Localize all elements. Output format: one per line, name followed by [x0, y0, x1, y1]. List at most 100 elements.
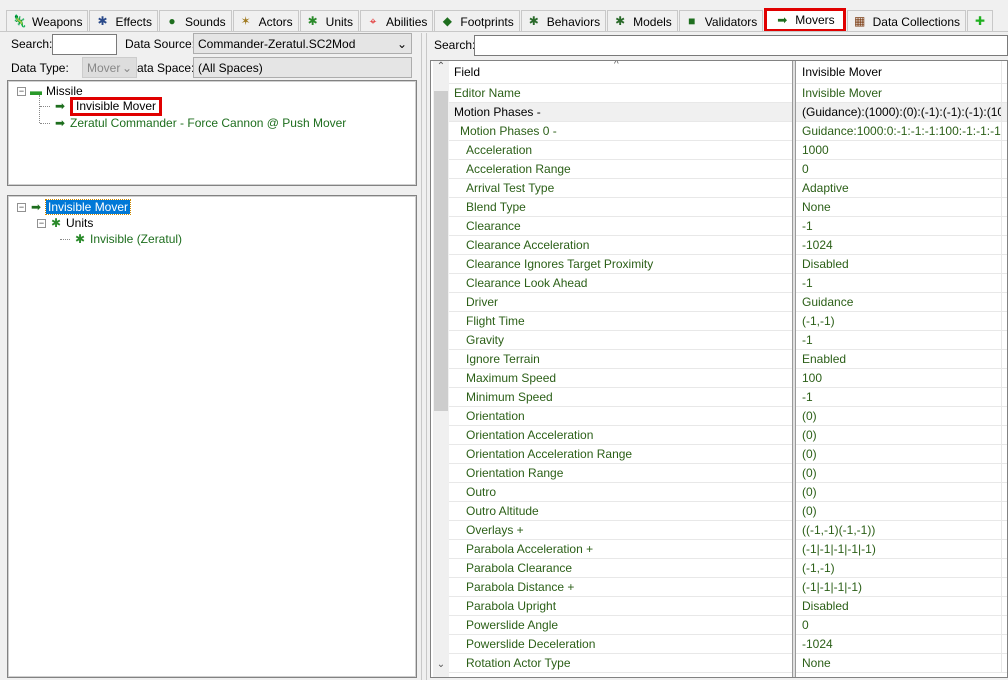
- tab-add[interactable]: ✚: [967, 10, 993, 32]
- object-tree[interactable]: − ▬ Missile ➡ Invisible Mover ➡ Zeratul Comm…: [7, 80, 417, 186]
- search-input[interactable]: [52, 34, 117, 55]
- grid-row[interactable]: Blend Type None: [449, 198, 1007, 217]
- grid-row[interactable]: Overlays + ((-1,-1)(-1,-1)): [449, 521, 1007, 540]
- grid-scrollbar[interactable]: ⌃ ⌄: [433, 61, 449, 677]
- field-value[interactable]: (0): [799, 407, 1002, 426]
- tab-effects[interactable]: ✱ Effects: [89, 10, 158, 32]
- grid-row[interactable]: Flight Time (-1,-1): [449, 312, 1007, 331]
- grid-row[interactable]: Acceleration 1000: [449, 141, 1007, 160]
- grid-row[interactable]: Outro Altitude (0): [449, 502, 1007, 521]
- grid-row[interactable]: Orientation Range (0): [449, 464, 1007, 483]
- grid-row[interactable]: Ignore Terrain Enabled: [449, 350, 1007, 369]
- field-value[interactable]: Disabled: [799, 255, 1002, 274]
- field-value[interactable]: Invisible Mover: [799, 84, 1002, 103]
- collapse-icon[interactable]: −: [17, 202, 26, 212]
- field-value[interactable]: ((-1,-1)(-1,-1)): [799, 521, 1002, 540]
- field-search-input[interactable]: [474, 35, 1008, 56]
- tab-models[interactable]: ✱ Models: [607, 10, 678, 32]
- grid-row[interactable]: Clearance Acceleration -1024: [449, 236, 1007, 255]
- grid-row[interactable]: Gravity -1: [449, 331, 1007, 350]
- field-value[interactable]: 0: [799, 160, 1002, 179]
- tab-abilities[interactable]: ⌖ Abilities: [360, 10, 434, 32]
- tab-data-collections[interactable]: ▦ Data Collections: [846, 10, 966, 32]
- panel-splitter[interactable]: [421, 33, 427, 680]
- collapse-icon[interactable]: −: [37, 218, 46, 228]
- field-value[interactable]: -1024: [799, 635, 1002, 654]
- field-value[interactable]: (0): [799, 426, 1002, 445]
- grid-row[interactable]: Editor Name Invisible Mover: [449, 84, 1007, 103]
- grid-row[interactable]: Parabola Distance + (-1|-1|-1|-1): [449, 578, 1007, 597]
- field-value[interactable]: (-1|-1|-1|-1|-1): [799, 540, 1002, 559]
- field-value[interactable]: (0): [799, 483, 1002, 502]
- tree-node-units[interactable]: − ✱ Units: [37, 215, 93, 231]
- field-value[interactable]: Adaptive: [799, 179, 1002, 198]
- grid-row[interactable]: Powerslide Deceleration -1024: [449, 635, 1007, 654]
- tree-node-invisible-zeratul[interactable]: ✱ Invisible (Zeratul): [60, 231, 182, 247]
- field-value[interactable]: (-1|-1|-1|-1): [799, 578, 1002, 597]
- field-value[interactable]: 0: [799, 616, 1002, 635]
- grid-row[interactable]: Parabola Upright Disabled: [449, 597, 1007, 616]
- grid-row[interactable]: Clearance -1: [449, 217, 1007, 236]
- tab-movers[interactable]: ➡ Movers: [764, 8, 846, 32]
- field-value[interactable]: -1024: [799, 236, 1002, 255]
- grid-row[interactable]: Arrival Test Type Adaptive: [449, 179, 1007, 198]
- field-value[interactable]: (0): [799, 445, 1002, 464]
- tree-node-invisible-mover[interactable]: ➡ Invisible Mover: [40, 96, 163, 116]
- tab-sounds[interactable]: ● Sounds: [158, 10, 232, 32]
- tab-validators[interactable]: ■ Validators: [678, 10, 764, 32]
- field-value[interactable]: (-1,-1): [799, 559, 1002, 578]
- tab-actors[interactable]: ✶ Actors: [232, 10, 299, 32]
- units-icon: ✱: [74, 231, 86, 246]
- reference-tree[interactable]: − ➡ Invisible Mover − ✱ Units ✱ Invisible (Ze…: [7, 195, 417, 678]
- field-value[interactable]: -1: [799, 388, 1002, 407]
- grid-row[interactable]: Rotation Actor Type None: [449, 654, 1007, 673]
- field-value[interactable]: (-1,-1): [799, 312, 1002, 331]
- field-value[interactable]: None: [799, 654, 1002, 673]
- grid-row[interactable]: Outro (0): [449, 483, 1007, 502]
- grid-row[interactable]: Clearance Look Ahead -1: [449, 274, 1007, 293]
- scroll-up-icon[interactable]: ⌃: [433, 61, 449, 75]
- scroll-down-icon[interactable]: ⌄: [433, 659, 449, 673]
- grid-row[interactable]: Acceleration Range 0: [449, 160, 1007, 179]
- data-type-dropdown[interactable]: Mover ⌄: [82, 57, 137, 78]
- field-value[interactable]: (0): [799, 502, 1002, 521]
- grid-row[interactable]: Orientation (0): [449, 407, 1007, 426]
- field-value[interactable]: Guidance: [799, 293, 1002, 312]
- field-value[interactable]: Invisible Mover: [799, 61, 1002, 84]
- grid-row[interactable]: Orientation Acceleration (0): [449, 426, 1007, 445]
- field-value[interactable]: 100: [799, 369, 1002, 388]
- column-separator[interactable]: [792, 61, 796, 677]
- grid-row[interactable]: Parabola Clearance (-1,-1): [449, 559, 1007, 578]
- field-value[interactable]: Disabled: [799, 597, 1002, 616]
- tab-units[interactable]: ✱ Units: [299, 10, 360, 32]
- field-value[interactable]: None: [799, 198, 1002, 217]
- grid-row[interactable]: Motion Phases 0 - Guidance:1000:0:-1:-1:-…: [449, 122, 1007, 141]
- field-value[interactable]: (Guidance):(1000):(0):(-1):(-1):(-1):(10…: [799, 103, 1002, 122]
- tree-node-invisible-mover[interactable]: − ➡ Invisible Mover: [17, 199, 132, 215]
- field-value[interactable]: 1000: [799, 141, 1002, 160]
- grid-row[interactable]: Motion Phases - (Guidance):(1000):(0):(-1…: [449, 103, 1007, 122]
- tab-footprints[interactable]: ◆ Footprints: [434, 10, 520, 32]
- grid-header[interactable]: Field Invisible Mover: [449, 61, 1007, 84]
- grid-row[interactable]: Clearance Ignores Target Proximity Disabl…: [449, 255, 1007, 274]
- weapon-icon: 🦎: [12, 14, 27, 28]
- grid-row[interactable]: Orientation Acceleration Range (0): [449, 445, 1007, 464]
- field-value[interactable]: -1: [799, 217, 1002, 236]
- grid-row[interactable]: Minimum Speed -1: [449, 388, 1007, 407]
- tab-behaviors[interactable]: ✱ Behaviors: [520, 10, 607, 32]
- scrollbar-thumb[interactable]: [434, 91, 448, 411]
- field-value[interactable]: -1: [799, 274, 1002, 293]
- field-value[interactable]: (0): [799, 464, 1002, 483]
- collapse-icon[interactable]: −: [17, 86, 26, 96]
- tree-node-force-cannon-push-mover[interactable]: ➡ Zeratul Commander - Force Cannon @ Push…: [40, 115, 346, 131]
- tab-weapons[interactable]: 🦎 Weapons: [6, 10, 89, 32]
- field-value[interactable]: Enabled: [799, 350, 1002, 369]
- data-source-dropdown[interactable]: Commander-Zeratul.SC2Mod ⌄: [193, 33, 412, 54]
- field-value[interactable]: -1: [799, 331, 1002, 350]
- grid-row[interactable]: Driver Guidance: [449, 293, 1007, 312]
- grid-row[interactable]: Powerslide Angle 0: [449, 616, 1007, 635]
- grid-row[interactable]: Maximum Speed 100: [449, 369, 1007, 388]
- grid-row[interactable]: Parabola Acceleration + (-1|-1|-1|-1|-1): [449, 540, 1007, 559]
- field-value[interactable]: Guidance:1000:0:-1:-1:-1:100:-1:-1:-1:-1…: [799, 122, 1002, 141]
- data-space-field[interactable]: (All Spaces): [193, 57, 412, 78]
